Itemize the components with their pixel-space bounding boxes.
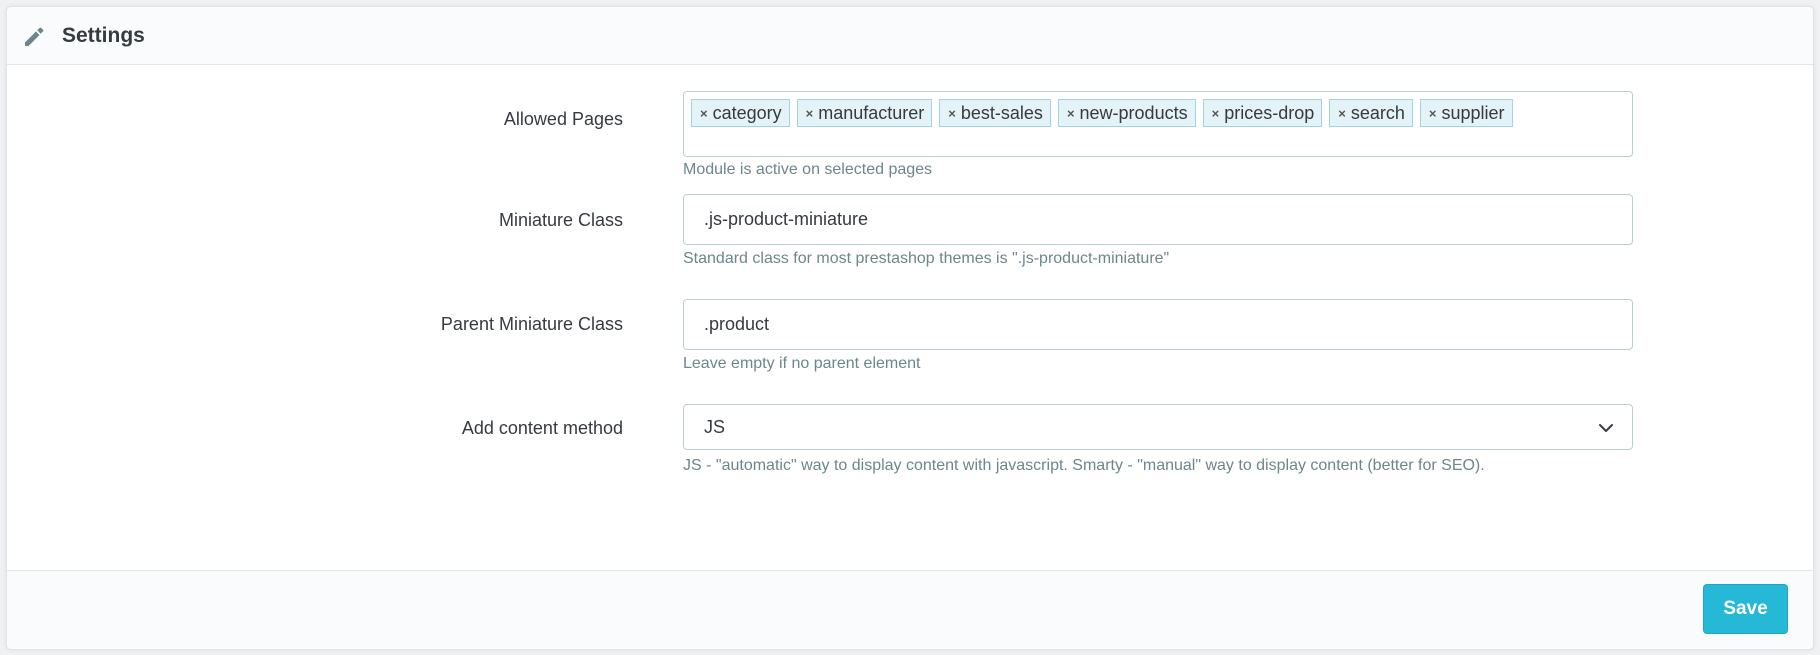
panel-footer: Save — [7, 570, 1813, 649]
tag-list: × category × manufacturer × best-sales × new-pr… — [684, 92, 1632, 156]
add-content-method-label: Add content method — [461, 418, 623, 438]
allowed-pages-label: Allowed Pages — [503, 109, 623, 129]
tag-item: × manufacturer — [796, 99, 933, 127]
add-content-method-help: JS - "automatic" way to display content … — [683, 457, 1485, 474]
miniature-class-help: Standard class for most prestashop theme… — [683, 250, 1170, 267]
tag-label: supplier — [1441, 102, 1505, 123]
add-content-method-row: Add content method JS JS - "automatic" w… — [7, 404, 1813, 474]
remove-tag-icon[interactable]: × — [1067, 106, 1075, 121]
tag-label: new-products — [1079, 102, 1188, 123]
remove-tag-icon[interactable]: × — [806, 106, 814, 121]
remove-tag-icon[interactable]: × — [948, 106, 956, 121]
miniature-class-label: Miniature Class — [498, 210, 623, 230]
parent-miniature-class-help: Leave empty if no parent element — [683, 355, 921, 372]
settings-panel: Settings Allowed Pages × category × manufac… — [6, 6, 1814, 650]
add-content-method-select[interactable]: JS — [683, 404, 1633, 450]
tag-item: × new-products — [1057, 99, 1196, 127]
tag-label: category — [712, 102, 782, 123]
allowed-pages-help: Module is active on selected pages — [683, 161, 933, 178]
tag-item: × category — [691, 99, 790, 127]
parent-miniature-class-input[interactable]: .product — [683, 299, 1633, 350]
panel-title: Settings — [62, 23, 145, 47]
tag-label: manufacturer — [818, 102, 925, 123]
parent-miniature-class-label: Parent Miniature Class — [440, 314, 623, 334]
tag-label: best-sales — [960, 102, 1043, 123]
remove-tag-icon[interactable]: × — [1429, 106, 1437, 121]
tag-item: × prices-drop — [1202, 99, 1323, 127]
add-content-method-value: JS — [704, 416, 726, 437]
allowed-pages-tag-input[interactable]: × category × manufacturer × best-sales × new-pr… — [683, 91, 1633, 157]
tag-label: prices-drop — [1224, 102, 1315, 123]
miniature-class-input[interactable]: .js-product-miniature — [683, 194, 1633, 245]
remove-tag-icon[interactable]: × — [1212, 106, 1220, 121]
remove-tag-icon[interactable]: × — [1338, 106, 1346, 121]
tag-label: search — [1350, 102, 1405, 123]
pencil-icon — [22, 23, 48, 49]
chevron-down-icon — [1596, 418, 1616, 438]
remove-tag-icon[interactable]: × — [700, 106, 708, 121]
tag-item: × best-sales — [939, 99, 1051, 127]
panel-heading: Settings — [7, 7, 1813, 65]
tag-item: × supplier — [1419, 99, 1513, 127]
tag-item: × search — [1329, 99, 1413, 127]
save-button[interactable]: Save — [1703, 584, 1788, 634]
